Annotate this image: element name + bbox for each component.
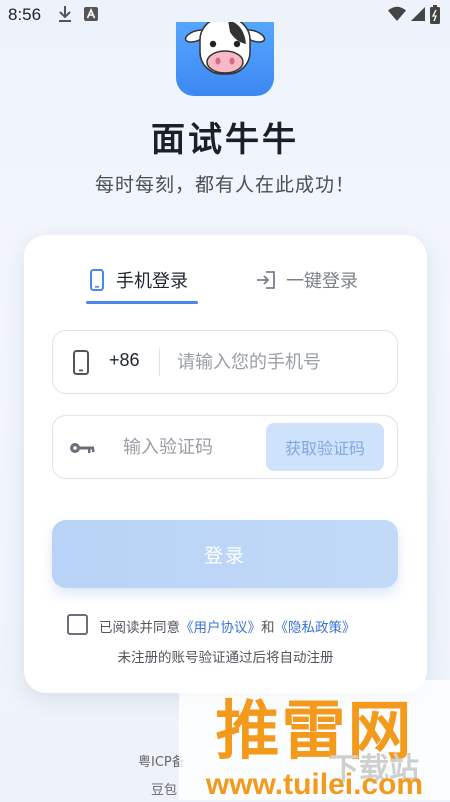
active-tab-indicator bbox=[86, 301, 198, 304]
watermark-url: www.tuilei.com bbox=[205, 768, 424, 801]
phone-field-icon bbox=[73, 350, 89, 379]
battery-icon bbox=[430, 5, 440, 28]
status-time: 8:56 bbox=[8, 5, 42, 24]
cow-icon bbox=[184, 22, 266, 75]
agreement-prefix: 已阅读并同意 bbox=[99, 620, 180, 636]
app-logo bbox=[176, 22, 274, 96]
auto-register-notice: 未注册的账号验证通过后将自动注册 bbox=[117, 650, 334, 666]
signal-icon bbox=[410, 6, 426, 26]
privacy-policy-link[interactable]: 《隐私政策》 bbox=[275, 620, 356, 636]
icp-footer: 粤ICP备 bbox=[138, 755, 185, 770]
login-arrow-icon bbox=[256, 271, 276, 289]
code-input[interactable] bbox=[123, 432, 283, 462]
key-icon bbox=[69, 440, 95, 459]
tab-phone-login[interactable]: 手机登录 bbox=[90, 265, 188, 295]
get-code-button[interactable]: 获取验证码 bbox=[266, 423, 384, 471]
tab-onekey-label: 一键登录 bbox=[286, 271, 358, 292]
field-divider bbox=[159, 348, 160, 376]
agreement-text: 已阅读并同意《用户协议》和《隐私政策》 bbox=[99, 616, 356, 636]
user-agreement-link[interactable]: 《用户协议》 bbox=[180, 620, 261, 636]
agreement-conj: 和 bbox=[261, 620, 275, 636]
agreement-checkbox[interactable] bbox=[67, 614, 88, 635]
watermark: 推雷网 下载站 www.tuilei.com bbox=[179, 680, 450, 801]
tab-one-click-login[interactable]: 一键登录 bbox=[256, 265, 358, 295]
app-slogan: 每时每刻，都有人在此成功！ bbox=[94, 174, 355, 196]
wifi-icon bbox=[387, 6, 407, 26]
app-title: 面试牛牛 bbox=[151, 120, 299, 160]
agreement-row: 已阅读并同意《用户协议》和《隐私政策》 bbox=[67, 614, 407, 638]
tab-phone-label: 手机登录 bbox=[116, 271, 188, 292]
login-button[interactable]: 登录 bbox=[52, 520, 398, 588]
login-card: 手机登录 一键登录 +86 获取验证码 登录 已阅读并同意《用户协议》和《隐私政… bbox=[24, 235, 427, 693]
country-code[interactable]: +86 bbox=[109, 350, 140, 371]
phone-input[interactable] bbox=[177, 347, 377, 377]
footer-line2: 豆包 bbox=[151, 783, 178, 798]
app-a-icon bbox=[83, 4, 99, 28]
download-icon bbox=[57, 4, 73, 28]
phone-icon bbox=[90, 269, 104, 291]
phone-field: +86 bbox=[52, 330, 398, 394]
code-field: 获取验证码 bbox=[52, 415, 398, 479]
